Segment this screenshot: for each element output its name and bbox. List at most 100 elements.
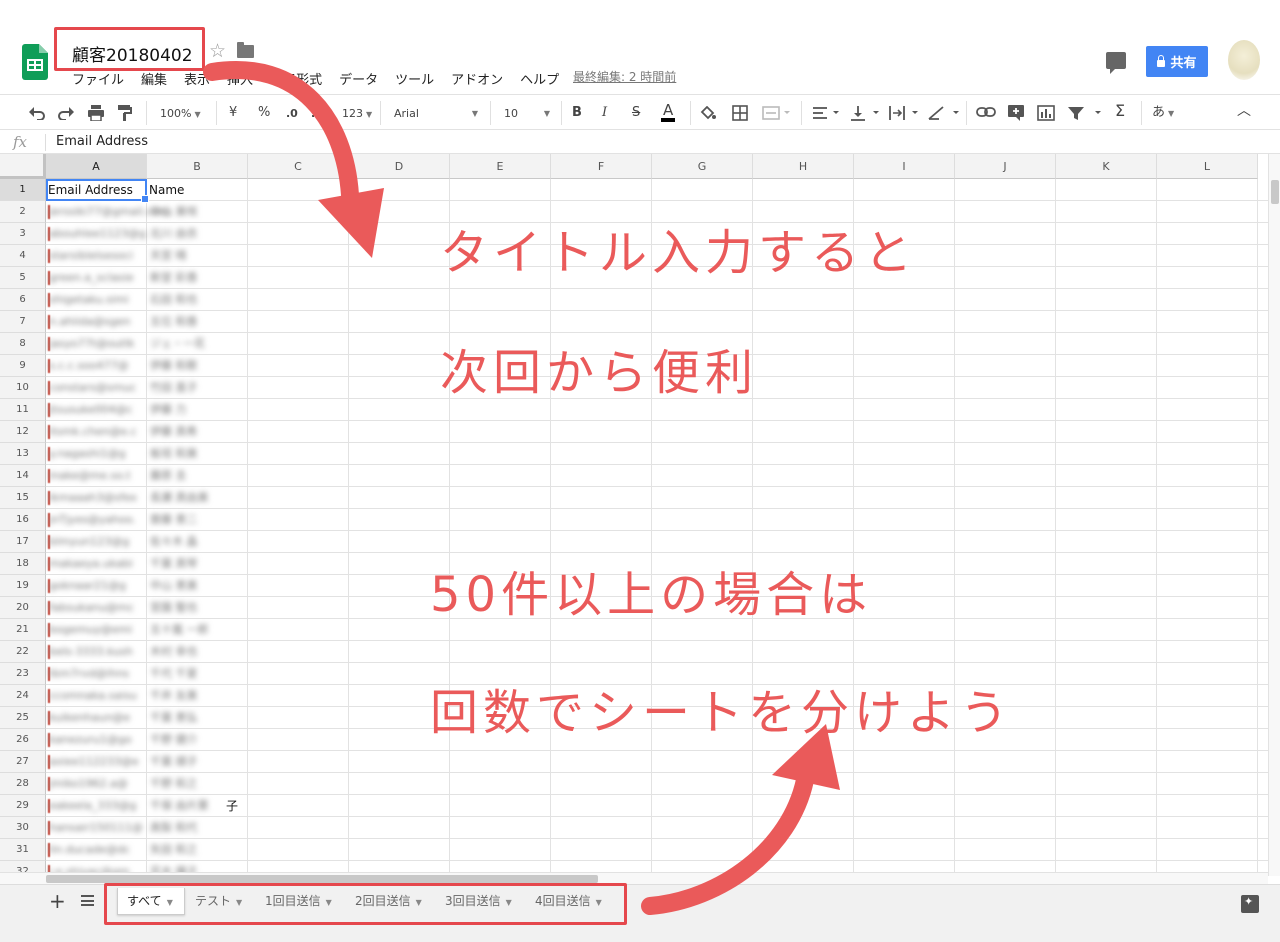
menu-view[interactable]: 表示 bbox=[184, 69, 210, 88]
row-header[interactable]: 7 bbox=[0, 311, 46, 333]
fill-color-icon[interactable] bbox=[700, 106, 716, 120]
input-tools-button[interactable]: あ ▼ bbox=[1152, 105, 1174, 122]
chart-icon[interactable] bbox=[1037, 105, 1055, 121]
name-cell[interactable]: 千野 和之 bbox=[150, 773, 198, 795]
email-cell[interactable]: kuikenhaun@e bbox=[49, 707, 130, 729]
email-cell[interactable]: abouhlee1123@g bbox=[49, 223, 146, 245]
name-cell[interactable]: 板垣 和美 bbox=[150, 443, 198, 465]
row-header[interactable]: 28 bbox=[0, 773, 46, 795]
email-cell[interactable]: starsiblelsesoci bbox=[49, 245, 133, 267]
name-cell[interactable]: 千葉 恵弘 bbox=[150, 707, 198, 729]
cell-area[interactable] bbox=[46, 179, 1268, 876]
vertical-scroll-thumb[interactable] bbox=[1271, 180, 1279, 204]
email-cell[interactable]: kanezuru1@go bbox=[49, 729, 132, 751]
row-header[interactable]: 4 bbox=[0, 245, 46, 267]
row-header[interactable]: 2 bbox=[0, 201, 46, 223]
email-cell[interactable]: constars@smuc bbox=[49, 377, 136, 399]
row-header[interactable]: 21 bbox=[0, 619, 46, 641]
name-cell[interactable]: 五位 和香 bbox=[150, 311, 198, 333]
row-header[interactable]: 29 bbox=[0, 795, 46, 817]
formula-input[interactable]: Email Address bbox=[56, 134, 148, 149]
explore-icon[interactable] bbox=[1241, 895, 1259, 913]
row-header[interactable]: 3 bbox=[0, 223, 46, 245]
row-header[interactable]: 9 bbox=[0, 355, 46, 377]
name-cell[interactable]: 千葉 順子 bbox=[150, 751, 198, 773]
email-cell[interactable]: jmiko1962.a@ bbox=[49, 773, 128, 795]
email-cell[interactable]: goknaar21@g bbox=[49, 575, 126, 597]
email-cell[interactable]: lin.ducade@dc bbox=[49, 839, 130, 861]
currency-button[interactable]: ¥ bbox=[229, 105, 237, 121]
name-cell[interactable]: 千井 友美 bbox=[150, 685, 198, 707]
menu-tools[interactable]: ツール bbox=[395, 69, 434, 88]
row-header[interactable]: 24 bbox=[0, 685, 46, 707]
menu-file[interactable]: ファイル bbox=[72, 69, 124, 88]
row-header[interactable]: 10 bbox=[0, 377, 46, 399]
column-header[interactable]: F bbox=[551, 154, 652, 179]
column-header[interactable]: H bbox=[753, 154, 854, 179]
name-cell[interactable]: 千保 由片栗 bbox=[150, 795, 209, 817]
column-header[interactable]: G bbox=[652, 154, 753, 179]
function-icon[interactable]: Σ bbox=[1115, 103, 1125, 119]
name-cell[interactable]: 佐々木 晶 bbox=[150, 531, 198, 553]
last-edit-link[interactable]: 最終編集: 2 時間前 bbox=[573, 68, 676, 85]
column-header[interactable]: L bbox=[1157, 154, 1258, 179]
row-header[interactable]: 6 bbox=[0, 289, 46, 311]
name-cell[interactable]: 矢田 和之 bbox=[150, 839, 198, 861]
row-header[interactable]: 1 bbox=[0, 179, 46, 201]
email-cell[interactable]: y.nagashi1@g bbox=[49, 443, 126, 465]
align-icon[interactable] bbox=[812, 105, 840, 121]
column-header[interactable]: K bbox=[1056, 154, 1157, 179]
row-header[interactable]: 18 bbox=[0, 553, 46, 575]
column-header[interactable]: I bbox=[854, 154, 955, 179]
name-cell[interactable]: 五十嵐 一郎 bbox=[150, 619, 209, 641]
row-header[interactable]: 15 bbox=[0, 487, 46, 509]
name-cell[interactable]: 伊藤 真希 bbox=[150, 421, 198, 443]
header-cell-b[interactable]: Name bbox=[147, 179, 184, 201]
increase-decimal-button[interactable]: .00 bbox=[311, 106, 331, 122]
email-cell[interactable]: s.c.c.soo477@ bbox=[49, 355, 129, 377]
name-cell[interactable]: 伊藤 和歌 bbox=[150, 355, 198, 377]
merge-icon[interactable] bbox=[762, 105, 790, 121]
italic-button[interactable]: I bbox=[602, 105, 607, 121]
vertical-scrollbar[interactable] bbox=[1268, 154, 1280, 876]
menu-data[interactable]: データ bbox=[339, 69, 378, 88]
row-header[interactable]: 19 bbox=[0, 575, 46, 597]
row-header[interactable]: 12 bbox=[0, 421, 46, 443]
share-button[interactable]: 共有 bbox=[1146, 46, 1208, 77]
row-header[interactable]: 16 bbox=[0, 509, 46, 531]
folder-icon[interactable] bbox=[237, 42, 254, 58]
sheets-logo-icon[interactable] bbox=[22, 44, 48, 80]
print-icon[interactable] bbox=[87, 105, 105, 121]
row-header[interactable]: 20 bbox=[0, 597, 46, 619]
row-header[interactable]: 22 bbox=[0, 641, 46, 663]
name-cell[interactable]: 千葉 真琴 bbox=[150, 553, 198, 575]
name-cell[interactable]: 長瀬 真由美 bbox=[150, 487, 209, 509]
email-cell[interactable]: fabsukanu@mc bbox=[49, 597, 134, 619]
filter-icon[interactable] bbox=[1067, 105, 1103, 121]
row-header[interactable]: 31 bbox=[0, 839, 46, 861]
email-cell[interactable]: n.ahiida@sgen bbox=[49, 311, 130, 333]
zoom-select[interactable]: 100% ▼ bbox=[160, 106, 201, 123]
paint-format-icon[interactable] bbox=[118, 105, 132, 121]
email-cell[interactable]: itsmk.chen@e.c bbox=[49, 421, 137, 443]
email-cell[interactable]: shigetaku.simi bbox=[49, 289, 129, 311]
email-cell[interactable]: inake@me.so.t bbox=[49, 465, 131, 487]
name-cell[interactable]: 新堂 彩香 bbox=[150, 267, 198, 289]
email-cell[interactable]: blmyun123@g bbox=[49, 531, 129, 553]
email-cell[interactable]: green.a_sclasie bbox=[49, 267, 134, 289]
text-color-button[interactable]: A bbox=[661, 102, 676, 122]
email-cell[interactable]: ikmaaah3@sfex bbox=[49, 487, 137, 509]
column-header[interactable]: D bbox=[349, 154, 450, 179]
redo-icon[interactable] bbox=[57, 106, 75, 120]
name-cell[interactable]: 宮園 聖也 bbox=[150, 597, 198, 619]
name-cell[interactable]: 木村 幸也 bbox=[150, 641, 198, 663]
row-header[interactable]: 27 bbox=[0, 751, 46, 773]
add-sheet-icon[interactable]: + bbox=[49, 889, 66, 913]
email-cell[interactable]: ccomnaka.saisu bbox=[49, 685, 137, 707]
more-formats-select[interactable]: 123 ▼ bbox=[342, 106, 372, 123]
name-cell[interactable]: 齋藤 恵二 bbox=[150, 509, 198, 531]
column-header[interactable]: J bbox=[955, 154, 1056, 179]
column-header[interactable]: E bbox=[450, 154, 551, 179]
horizontal-scroll-thumb[interactable] bbox=[46, 875, 598, 883]
column-header[interactable]: B bbox=[147, 154, 248, 179]
